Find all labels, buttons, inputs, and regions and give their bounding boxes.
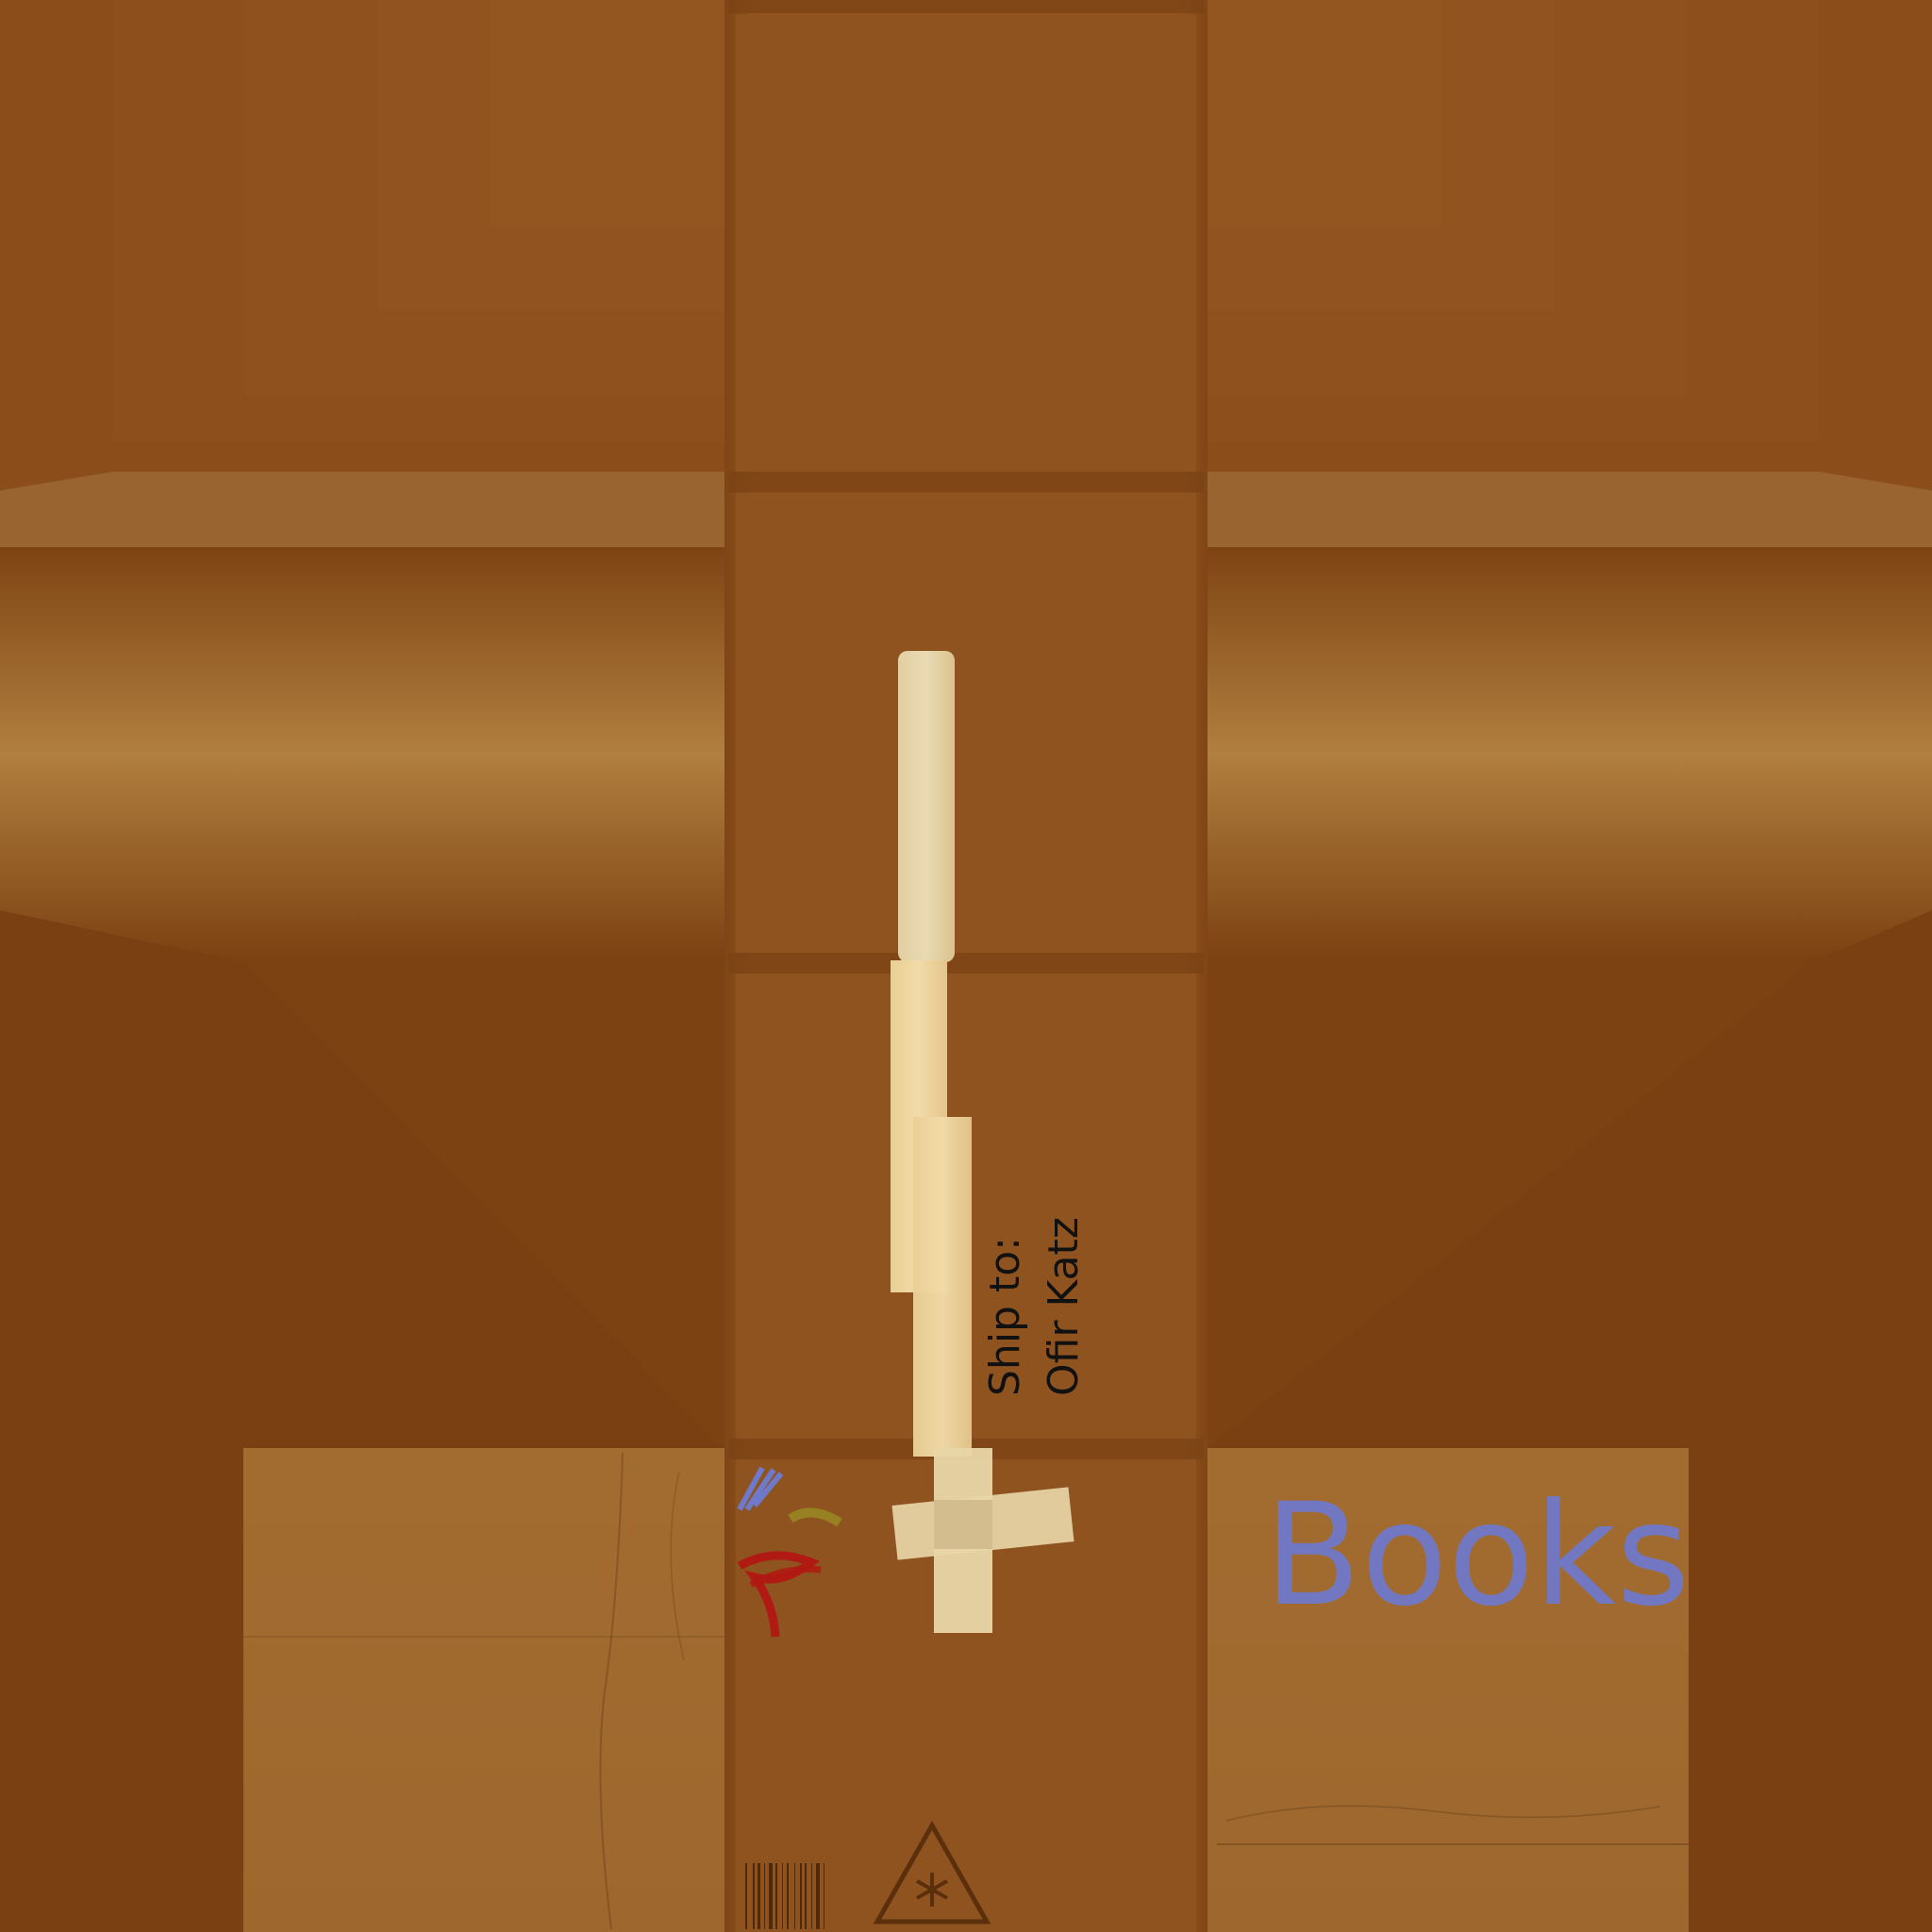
barcode-bar [800, 1863, 802, 1929]
barcode-bar [753, 1863, 755, 1929]
barcode-bar [775, 1863, 777, 1929]
masking-tape-right [913, 1117, 972, 1457]
recipient-name-line: Ofir Katz [1040, 1217, 1088, 1396]
clear-tape-upper [898, 651, 955, 962]
barcode-bar [787, 1863, 789, 1929]
barcode-bar [745, 1863, 747, 1929]
bottom-left-panel [243, 1448, 724, 1932]
barcode-bar [794, 1863, 795, 1929]
box-texture-canvas: Ship to: Ofir Katz Books [0, 0, 1932, 1932]
barcode-bar [805, 1863, 807, 1929]
ship-to-line: Ship to: [981, 1237, 1029, 1396]
barcode-bar [769, 1863, 773, 1929]
barcode-bar [782, 1863, 783, 1929]
books-label: Books [1264, 1474, 1690, 1638]
barcode-bar [816, 1863, 820, 1929]
barcode-bar [758, 1863, 760, 1929]
barcode-bar [811, 1863, 812, 1929]
center-strip [724, 0, 1208, 1932]
barcode-bar [764, 1863, 765, 1929]
